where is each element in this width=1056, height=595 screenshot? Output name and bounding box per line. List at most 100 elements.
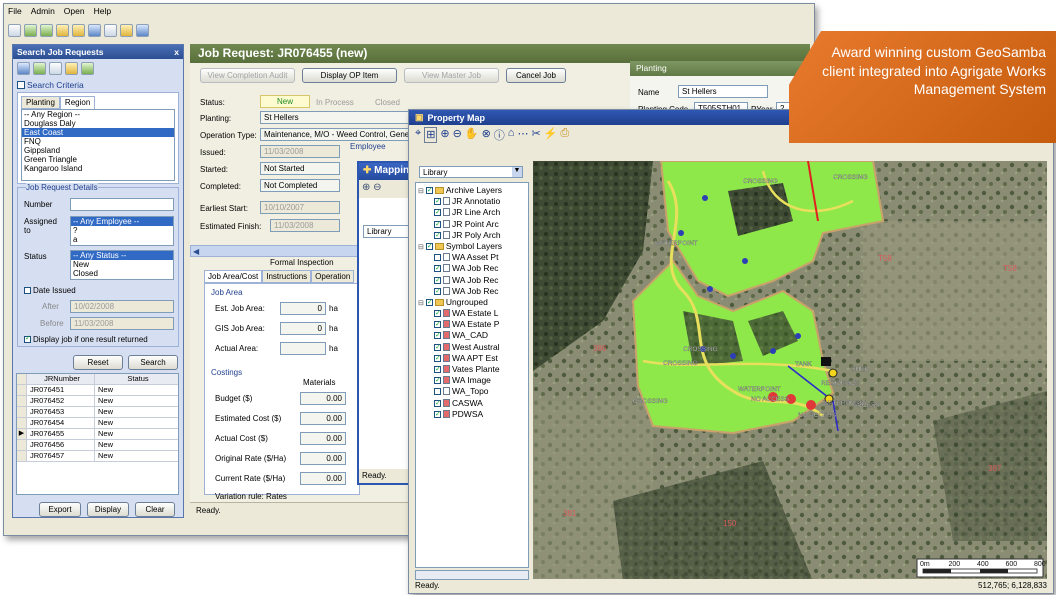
region-item[interactable]: Gippsland <box>22 146 174 155</box>
table-row[interactable]: JR076451 New <box>17 385 178 396</box>
layer-checkbox[interactable] <box>434 209 441 217</box>
layer-item[interactable]: WA Image <box>416 375 528 386</box>
refresh-icon[interactable] <box>136 23 149 37</box>
menu-help[interactable]: Help <box>94 6 111 16</box>
layer-checkbox[interactable] <box>425 298 433 306</box>
layer-item[interactable]: WA Job Rec <box>416 263 528 274</box>
display-if-one-checkbox[interactable]: Display job if one result returned <box>24 335 148 344</box>
search-icon[interactable] <box>17 62 30 75</box>
layer-item[interactable]: West Austral <box>416 342 528 353</box>
map-icon[interactable] <box>81 62 94 75</box>
assigned-item[interactable]: -- Any Employee -- <box>71 217 173 226</box>
flash-icon[interactable]: ⚡ <box>544 127 558 143</box>
pan-icon[interactable]: ✋ <box>465 127 479 143</box>
tree-icon[interactable] <box>40 23 53 37</box>
layer-checkbox[interactable] <box>434 265 441 273</box>
view-completion-audit-button[interactable]: View Completion Audit <box>200 68 295 83</box>
table-row[interactable]: JR076456 New <box>17 440 178 451</box>
assigned-item[interactable]: a <box>71 235 173 244</box>
map-canvas[interactable]: CROSSING CROSSING WATERPOINT CROSSING CROSSI… <box>533 161 1047 579</box>
export-button[interactable]: Export <box>39 502 81 517</box>
filter-icon[interactable] <box>33 62 46 75</box>
zoom-out-icon[interactable]: ⊖ <box>373 182 381 193</box>
table-row[interactable]: ▶ JR076455 New <box>17 429 178 440</box>
layer-checkbox[interactable] <box>434 220 441 228</box>
layer-item[interactable]: PDWSA <box>416 409 528 420</box>
home-icon[interactable]: ⌂ <box>508 127 515 143</box>
layer-item[interactable]: JR Point Arc <box>416 219 528 230</box>
tab-planting[interactable]: Planting <box>21 96 60 109</box>
expand-icon[interactable]: ⊟ <box>418 188 426 195</box>
layer-checkbox[interactable] <box>434 354 441 362</box>
region-item[interactable]: Kangaroo Island <box>22 164 174 173</box>
search-button[interactable]: Search <box>128 355 178 370</box>
layer-checkbox[interactable] <box>425 242 433 250</box>
print-icon[interactable]: ⎙ <box>560 127 569 143</box>
assigned-item[interactable]: ? <box>71 226 173 235</box>
layer-checkbox[interactable] <box>434 388 441 396</box>
close-icon[interactable]: x <box>174 47 179 57</box>
number-input[interactable] <box>70 198 174 211</box>
expand-icon[interactable]: ⊟ <box>418 244 426 251</box>
expand-icon[interactable]: ⊟ <box>418 300 426 307</box>
layer-checkbox[interactable] <box>434 321 441 329</box>
operation-type-field[interactable]: Maintenance, M/O - Weed Control, General <box>260 128 410 141</box>
estimated-finish-field[interactable]: 11/03/2008 <box>270 219 340 232</box>
menu-file[interactable]: File <box>8 6 22 16</box>
layer-checkbox[interactable] <box>425 187 433 194</box>
cancel-job-button[interactable]: Cancel Job <box>506 68 566 83</box>
layer-item[interactable]: WA Estate L <box>416 308 528 319</box>
earliest-start-field[interactable]: 10/10/2007 <box>260 201 340 214</box>
layer-checkbox[interactable] <box>434 198 441 206</box>
list-icon[interactable] <box>49 62 62 75</box>
after-date-field[interactable]: 10/02/2008 <box>70 300 174 313</box>
scroll-left-icon[interactable]: ◀ <box>191 247 199 256</box>
cost-value-field[interactable]: 0.00 <box>300 452 346 465</box>
view-master-job-button[interactable]: View Master Job <box>404 68 499 83</box>
issued-field[interactable]: 11/03/2008 <box>260 145 340 158</box>
display-button[interactable]: Display <box>87 502 129 517</box>
edit-icon[interactable] <box>56 23 69 37</box>
layer-item[interactable]: WA_CAD <box>416 330 528 341</box>
cost-value-field[interactable]: 0.00 <box>300 412 346 425</box>
date-issued-checkbox[interactable]: Date Issued <box>24 286 76 295</box>
print-icon[interactable] <box>104 23 117 37</box>
display-op-item-button[interactable]: Display OP Item <box>302 68 397 83</box>
region-item-selected[interactable]: East Coast <box>22 128 174 137</box>
layer-item[interactable]: WA Asset Pt <box>416 252 528 263</box>
reset-button[interactable]: Reset <box>73 355 123 370</box>
table-row[interactable]: JR076452 New <box>17 396 178 407</box>
layer-checkbox[interactable] <box>434 377 441 385</box>
table-row[interactable]: JR076453 New <box>17 407 178 418</box>
layer-group[interactable]: ⊟ Archive Layers <box>416 185 528 196</box>
identify-icon[interactable]: ⓘ <box>494 127 505 143</box>
layer-group[interactable]: ⊟ Ungrouped <box>416 297 528 308</box>
layer-checkbox[interactable] <box>434 343 441 351</box>
est-job-area-field[interactable]: 0 <box>280 302 326 315</box>
select-icon[interactable]: ✂ <box>531 127 540 143</box>
planting-field[interactable]: St Hellers <box>260 111 410 124</box>
grid-icon[interactable] <box>8 23 21 37</box>
layer-checkbox[interactable] <box>434 231 441 239</box>
save-icon[interactable] <box>88 23 101 37</box>
layer-checkbox[interactable] <box>434 254 441 262</box>
folder-icon[interactable] <box>72 23 85 37</box>
layer-item[interactable]: JR Annotatio <box>416 196 528 207</box>
library-select[interactable]: Library ▼ <box>419 166 523 178</box>
header-status[interactable]: Status <box>95 374 178 384</box>
edit-icon[interactable] <box>65 62 78 75</box>
region-list[interactable]: -- Any Region -- Douglass Daly East Coas… <box>21 109 175 181</box>
tab-region[interactable]: Region <box>59 96 96 109</box>
actual-area-field[interactable] <box>280 342 326 355</box>
layer-checkbox[interactable] <box>434 310 441 318</box>
dropdown-arrow-icon[interactable]: ▼ <box>512 167 522 177</box>
layer-item[interactable]: CASWA <box>416 398 528 409</box>
zoom-out-icon[interactable]: ⊖ <box>453 127 462 143</box>
region-item[interactable]: Green Triangle <box>22 155 174 164</box>
layer-item[interactable]: WA Estate P <box>416 319 528 330</box>
cost-value-field[interactable]: 0.00 <box>300 472 346 485</box>
table-row[interactable]: JR076457 New <box>17 451 178 462</box>
layer-item[interactable]: WA Job Rec <box>416 275 528 286</box>
status-item[interactable]: -- Any Status -- <box>71 251 173 260</box>
horizontal-scrollbar[interactable]: ◀ <box>190 245 365 257</box>
